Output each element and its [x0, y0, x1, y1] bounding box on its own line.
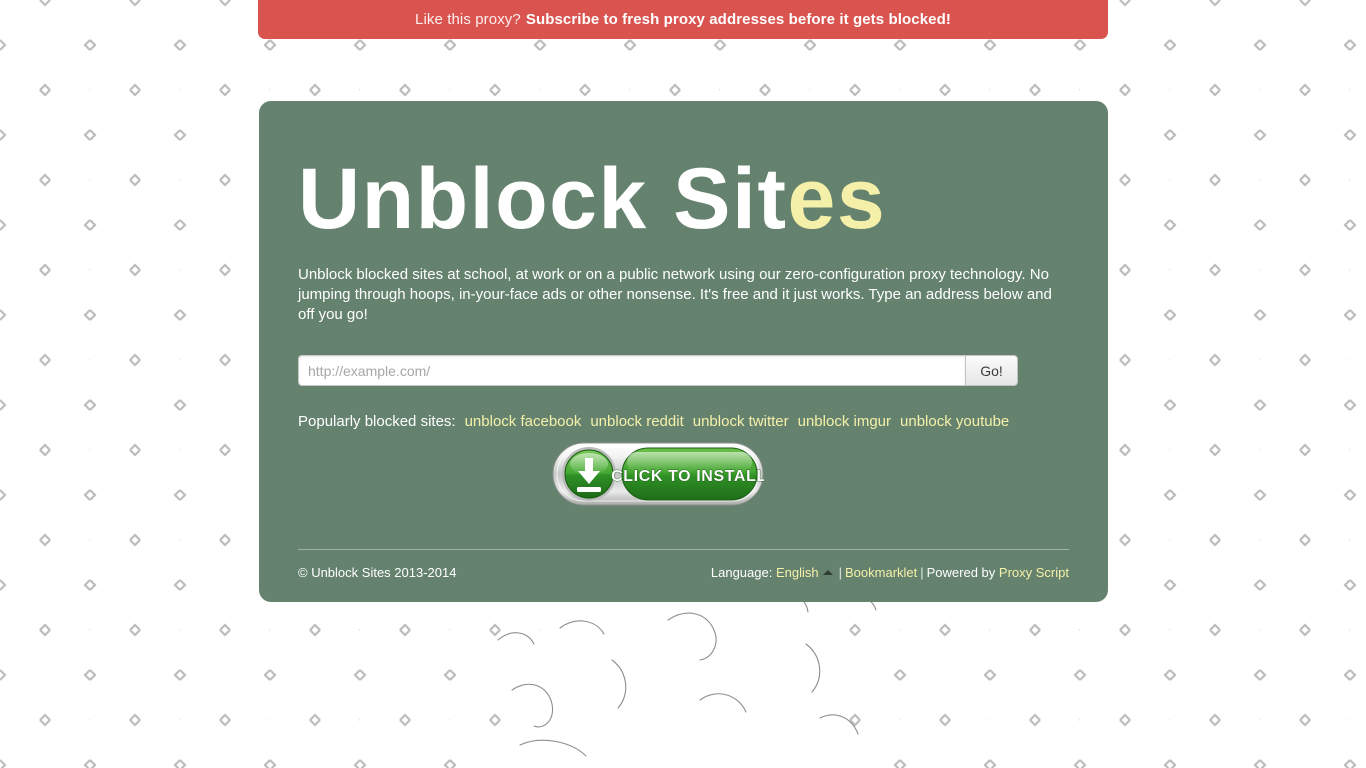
proxy-script-link[interactable]: Proxy Script: [999, 565, 1069, 580]
popular-link-youtube[interactable]: unblock youtube: [900, 413, 1009, 430]
page-title: Unblock Sites: [298, 101, 1069, 245]
install-label-capsule: CLICK TO INSTALL: [611, 447, 764, 501]
promo-lead-text: Like this proxy?: [415, 11, 521, 28]
card-footer: © Unblock Sites 2013-2014 Language: Engl…: [298, 565, 1069, 580]
powered-by-label: Powered by: [926, 565, 996, 580]
language-label: Language:: [710, 565, 773, 580]
popular-link-twitter[interactable]: unblock twitter: [693, 413, 789, 430]
install-button-label: CLICK TO INSTALL: [611, 468, 764, 485]
footer-meta: Language: English | Bookmarklet | Powered by…: [711, 565, 1069, 580]
intro-description: Unblock blocked sites at school, at work…: [298, 266, 1052, 323]
language-selector[interactable]: English: [776, 565, 819, 580]
footer-separator-2: |: [920, 565, 924, 580]
popular-sites-label: Popularly blocked sites:: [298, 413, 456, 430]
popular-link-imgur[interactable]: unblock imgur: [798, 413, 891, 430]
promo-subscribe-link[interactable]: Subscribe to fresh proxy addresses befor…: [526, 11, 951, 28]
url-input[interactable]: [298, 355, 965, 386]
popular-link-facebook[interactable]: unblock facebook: [465, 413, 582, 430]
caret-up-icon[interactable]: [822, 570, 833, 576]
popular-link-reddit[interactable]: unblock reddit: [590, 413, 683, 430]
promo-banner: Like this proxy? Subscribe to fresh prox…: [258, 0, 1108, 39]
click-to-install-button[interactable]: CLICK TO INSTALL: [552, 442, 764, 506]
install-button-row: CLICK TO INSTALL: [298, 442, 1018, 506]
main-card: Unblock Sites Unblock blocked sites at s…: [259, 101, 1108, 602]
copyright-text: © Unblock Sites 2013-2014: [298, 565, 457, 580]
brand-main-text: Unblock Sit: [298, 151, 788, 247]
proxy-url-form: Go!: [298, 355, 1018, 386]
go-button[interactable]: Go!: [965, 355, 1018, 386]
footer-separator-1: |: [838, 565, 842, 580]
popular-sites-row: Popularly blocked sites: unblock facebook…: [298, 413, 1069, 430]
bookmarklet-link[interactable]: Bookmarklet: [845, 565, 917, 580]
download-icon: [562, 447, 616, 501]
brand-accent-text: es: [787, 151, 887, 247]
footer-divider: [298, 549, 1069, 550]
